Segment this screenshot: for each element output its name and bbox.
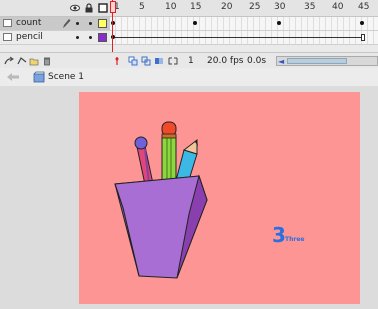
timeline-footer: 1 20.0 fps 0.0s ◄ [0,52,378,69]
modify-onion-markers-icon[interactable] [168,56,178,66]
layer-frames[interactable] [110,31,378,44]
pencil-cup-illustration [114,121,208,279]
edit-multiple-frames-icon[interactable] [154,56,164,66]
visibility-dot[interactable] [76,36,79,39]
ruler-number: 40 [332,2,344,12]
ruler-number: 15 [190,2,202,12]
count-number: 3 [272,223,286,247]
eye-icon[interactable] [70,3,80,13]
add-folder-icon[interactable] [29,56,39,66]
layer-frames[interactable] [110,17,378,30]
current-frame: 1 [188,56,194,66]
lock-dot[interactable] [89,36,92,39]
layer-name-cell[interactable]: pencil [0,31,110,44]
layer-name[interactable]: pencil [16,32,43,42]
keyframe[interactable] [277,21,281,25]
scroll-left-icon[interactable]: ◄ [278,57,284,66]
layer-row-count[interactable]: count [0,17,378,31]
count-word: Three [285,236,305,243]
onion-skin-icon[interactable] [128,56,138,66]
scroll-thumb[interactable] [287,58,347,64]
back-arrow-icon[interactable] [5,71,21,83]
ruler-number: 20 [221,2,233,12]
timeline-panel: 1 5 10 15 20 25 30 35 40 45 count pencil… [0,0,378,69]
keyframe[interactable] [360,21,364,25]
keyframe[interactable] [193,21,197,25]
add-layer-icon[interactable] [4,56,14,66]
ruler-number: 30 [274,2,286,12]
edit-bar: Scene 1 [0,68,378,87]
visibility-dot[interactable] [76,22,79,25]
ruler-number: 45 [358,2,370,12]
elapsed-time: 0.0s [247,56,267,66]
stage[interactable]: 3 Three [79,92,360,304]
stage-area: 3 Three [0,86,378,309]
layer-color-swatch[interactable] [98,19,107,28]
end-frame-marker[interactable] [361,34,365,41]
outline-icon[interactable] [98,3,108,13]
playhead[interactable] [110,1,116,13]
onion-skin-outline-icon[interactable] [141,56,151,66]
ruler-number: 5 [139,2,145,12]
ruler-number: 10 [165,2,177,12]
pencil-edit-icon [62,18,71,29]
lock-dot[interactable] [89,22,92,25]
layer-name[interactable]: count [16,18,41,28]
scene-breadcrumb[interactable]: Scene 1 [48,72,84,82]
layer-color-swatch[interactable] [98,33,107,42]
scene-icon [33,71,45,83]
frame-span [115,37,363,38]
ruler-number: 35 [304,2,316,12]
timeline-scrollbar[interactable]: ◄ [276,56,378,66]
timeline-header: 1 5 10 15 20 25 30 35 40 45 [0,0,378,17]
frame-rate[interactable]: 20.0 fps [207,56,243,66]
layer-name-cell[interactable]: count [0,17,110,30]
layer-icon [3,33,12,41]
layer-icon [3,19,12,27]
center-frame-icon[interactable] [112,56,122,66]
trash-icon[interactable] [42,56,52,66]
frame-ruler[interactable]: 1 5 10 15 20 25 30 35 40 45 [110,0,378,16]
add-guide-icon[interactable] [17,56,27,66]
ruler-number: 25 [249,2,261,12]
cup [114,174,208,279]
layer-row-pencil[interactable]: pencil [0,31,378,45]
lock-icon[interactable] [84,3,94,13]
